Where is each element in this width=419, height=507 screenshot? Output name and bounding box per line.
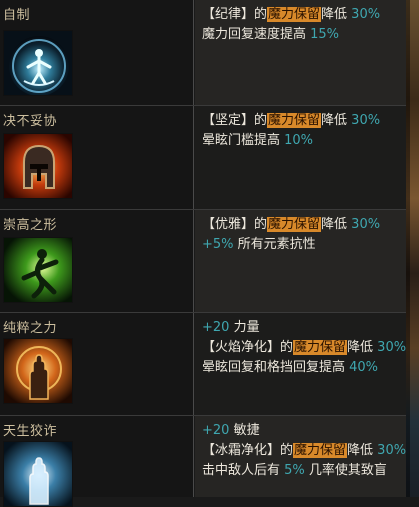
table-row: 天生狡诈 +20 敏捷 【冰霜净化】的魔力保留降低 30% 击中敌人后有 5% … [0,415,406,507]
text-fragment: 降低 [347,443,378,458]
meditating-figure-aura-icon [3,30,73,96]
mana-reservation-keyword: 魔力保留 [293,340,348,355]
value: 30% [377,443,407,458]
effect-line: 【火焰净化】的魔力保留降低 30% [202,338,406,358]
text-fragment: 击中敌人后有 [202,463,285,478]
effect-line: 晕眩回复和格挡回复提高 40% [202,358,406,378]
skill-name: 天生狡诈 [3,424,58,439]
text-fragment: 敏捷 [229,423,260,438]
skill-name: 自制 [3,8,31,23]
effect-line: 魔力回复速度提高 15% [202,25,380,45]
effect-line: 击中敌人后有 5% 几率使其致盲 [202,461,406,481]
text-fragment: 【冰霜净化】的 [202,443,294,458]
value: +5% [202,237,234,252]
text-fragment: 晕眩门槛提高 [202,133,285,148]
value: +20 [202,320,230,335]
skill-name: 崇高之形 [3,218,58,233]
mana-reservation-keyword: 魔力保留 [267,113,322,128]
text-fragment: 【优雅】的 [202,217,268,232]
skill-cell: 自制 [0,0,194,105]
value: 10% [284,133,314,148]
effect-line: 【优雅】的魔力保留降低 30% [202,215,380,235]
table-row: 崇高之形 【优雅】的魔力保留降低 30% +5% 所有元素抗性 [0,209,406,312]
value: +20 [202,423,230,438]
frost-hand-icon [3,441,73,507]
effect-cell: 【坚定】的魔力保留降低 30% 晕眩门槛提高 10% [195,106,406,209]
text-fragment: 【纪律】的 [202,7,268,22]
mana-reservation-keyword: 魔力保留 [267,7,322,22]
green-dancer-icon [3,237,73,303]
background-art-strip [406,0,419,497]
value: 30% [351,113,381,128]
skill-cell: 决不妥协 [0,106,194,209]
skill-cell: 纯粹之力 [0,313,194,415]
text-fragment: 降低 [321,217,352,232]
effect-line: +5% 所有元素抗性 [202,235,380,255]
text-fragment: 降低 [347,340,378,355]
effect-cell: +20 力量 【火焰净化】的魔力保留降低 30% 晕眩回复和格挡回复提高 40% [195,313,406,415]
effect-line: 【坚定】的魔力保留降低 30% [202,111,380,131]
effect-line: +20 敏捷 [202,421,406,441]
value: 15% [310,27,340,42]
effect-line: 晕眩门槛提高 10% [202,131,380,151]
text-fragment: 【火焰净化】的 [202,340,294,355]
ascendancy-table: 自制 【纪律】的魔力保留降低 30% 魔力回复速度提高 15% 决不妥协 【坚定… [0,0,406,507]
effect-text: +20 力量 【火焰净化】的魔力保留降低 30% 晕眩回复和格挡回复提高 40% [202,318,406,378]
effect-line: +20 力量 [202,318,406,338]
skill-name: 决不妥协 [3,114,58,129]
text-fragment: 降低 [321,7,352,22]
effect-line: 【冰霜净化】的魔力保留降低 30% [202,441,406,461]
effect-text: 【纪律】的魔力保留降低 30% 魔力回复速度提高 15% [202,5,380,45]
mana-reservation-keyword: 魔力保留 [267,217,322,232]
mana-reservation-keyword: 魔力保留 [293,443,348,458]
value: 40% [349,360,379,375]
skill-cell: 天生狡诈 [0,416,194,507]
table-row: 纯粹之力 +20 力量 【火焰净化】的魔力保留降低 30% 晕眩回复和格挡回复提… [0,312,406,415]
effect-cell: 【纪律】的魔力保留降低 30% 魔力回复速度提高 15% [195,0,406,105]
text-fragment: 几率使其致盲 [304,463,387,478]
text-fragment: 力量 [229,320,260,335]
fiery-helmet-icon [3,133,73,199]
effect-cell: +20 敏捷 【冰霜净化】的魔力保留降低 30% 击中敌人后有 5% 几率使其致… [195,416,406,497]
value: 30% [351,217,381,232]
skill-name: 纯粹之力 [3,321,58,336]
text-fragment: 魔力回复速度提高 [202,27,311,42]
flaming-hand-icon [3,338,73,404]
effect-cell: 【优雅】的魔力保留降低 30% +5% 所有元素抗性 [195,210,406,312]
text-fragment: 降低 [321,113,352,128]
value: 30% [377,340,407,355]
effect-text: +20 敏捷 【冰霜净化】的魔力保留降低 30% 击中敌人后有 5% 几率使其致… [202,421,406,481]
effect-text: 【坚定】的魔力保留降低 30% 晕眩门槛提高 10% [202,111,380,151]
effect-text: 【优雅】的魔力保留降低 30% +5% 所有元素抗性 [202,215,380,255]
text-fragment: 晕眩回复和格挡回复提高 [202,360,350,375]
table-row: 决不妥协 【坚定】的魔力保留降低 30% 晕眩门槛提高 10% [0,105,406,209]
text-fragment: 【坚定】的 [202,113,268,128]
skill-cell: 崇高之形 [0,210,194,312]
text-fragment: 所有元素抗性 [233,237,316,252]
effect-line: 【纪律】的魔力保留降低 30% [202,5,380,25]
value: 30% [351,7,381,22]
table-row: 自制 【纪律】的魔力保留降低 30% 魔力回复速度提高 15% [0,0,406,105]
value: 5% [284,463,305,478]
